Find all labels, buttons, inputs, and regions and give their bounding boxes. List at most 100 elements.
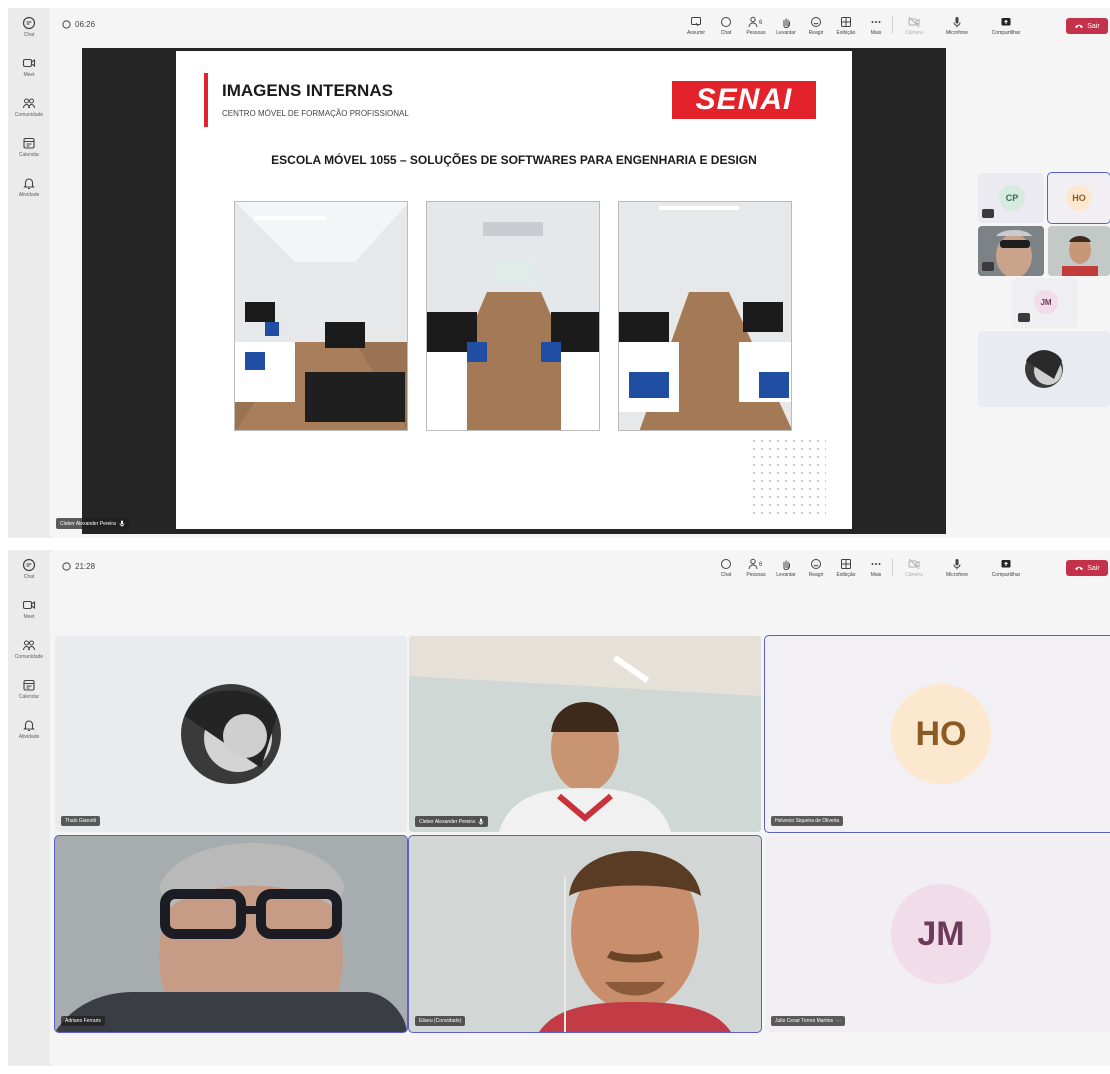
mic-icon xyxy=(478,818,484,825)
phone-hangup-icon xyxy=(1075,24,1084,28)
people-button[interactable]: 6 Pessoas xyxy=(742,558,770,578)
camera-label: Câmera xyxy=(905,30,923,36)
slide-heading: ESCOLA MÓVEL 1055 – SOLUÇÕES DE SOFTWARE… xyxy=(271,153,757,167)
react-button[interactable]: Reagir xyxy=(802,16,830,36)
video-icon xyxy=(22,600,36,610)
rail-chat-label: Chat xyxy=(23,32,35,38)
raise-hand-button[interactable]: Levantar xyxy=(772,558,800,578)
meeting-window-presentation: Chat Meet Comunidade Calendar Atividade … xyxy=(8,8,1110,538)
classroom-photo-2 xyxy=(426,201,600,431)
gallery-tile-jm[interactable]: JM xyxy=(1012,278,1078,328)
participant-tile-adriano[interactable]: Adriano Ferraris xyxy=(54,835,408,1033)
gallery-tile-video-2[interactable] xyxy=(1048,226,1110,276)
participant-tile-thais[interactable]: Thaís Gianotti xyxy=(55,636,407,832)
participant-tile-julio[interactable]: JM Julio Cesar Torres Martins ··· xyxy=(765,836,1110,1032)
more-icon xyxy=(871,21,881,23)
rail-meet[interactable]: Meet xyxy=(8,598,50,620)
rail-activity[interactable]: Atividade xyxy=(8,718,50,740)
meeting-toolbar: 06:26 Assumir Chat 6 Pessoas Levantar Re… xyxy=(50,8,1110,42)
raise-hand-button[interactable]: Levantar xyxy=(772,16,800,36)
gallery-tile-ho[interactable]: HO xyxy=(1047,172,1110,224)
chat-label: Chat xyxy=(720,30,732,36)
slide-title: IMAGENS INTERNAS xyxy=(222,81,393,100)
microphone-button[interactable]: Microfone xyxy=(940,16,974,36)
calendar-icon xyxy=(23,679,35,691)
participant-name-tag: Eliseu (Convidado) xyxy=(415,1016,466,1026)
more-label: Mais xyxy=(870,30,882,36)
avatar-cp: CP xyxy=(999,185,1025,211)
microphone-button[interactable]: Microfone xyxy=(940,558,974,578)
people-button[interactable]: 6 Pessoas xyxy=(742,16,770,36)
rail-chat[interactable]: Chat xyxy=(8,16,50,38)
classroom-photo-1 xyxy=(234,201,408,431)
rail-activity[interactable]: Atividade xyxy=(8,176,50,198)
shield-icon xyxy=(62,20,71,29)
camera-off-icon xyxy=(908,558,920,570)
rail-meet[interactable]: Meet xyxy=(8,56,50,78)
raise-hand-label: Levantar xyxy=(776,572,796,578)
view-button[interactable]: Exibição xyxy=(832,16,860,36)
muted-indicator xyxy=(982,209,994,218)
gallery-tile-cp[interactable]: CP xyxy=(978,173,1044,223)
video-icon xyxy=(22,58,36,68)
gallery-tile-video-1[interactable] xyxy=(978,226,1044,276)
participant-tile-cleber[interactable]: Cleber Alexander Pereira xyxy=(409,636,761,832)
classroom-photo-2-image xyxy=(427,202,599,430)
share-button[interactable]: Compartilhar xyxy=(986,558,1026,578)
participant-tile-eliseu[interactable]: Eliseu (Convidado) xyxy=(408,835,762,1033)
chat-icon xyxy=(22,16,36,30)
raise-hand-label: Levantar xyxy=(776,30,796,36)
participant-video-cleber xyxy=(409,636,761,832)
chat-button[interactable]: Chat xyxy=(712,16,740,36)
decorative-dot-grid xyxy=(750,437,826,517)
rail-community-label: Comunidade xyxy=(14,654,44,660)
participant-more-options[interactable]: ··· xyxy=(836,1018,841,1024)
camera-button[interactable]: Câmera xyxy=(900,558,928,578)
meeting-timer: 06:26 xyxy=(62,20,95,29)
view-icon xyxy=(841,559,851,569)
rail-community[interactable]: Comunidade xyxy=(8,96,50,118)
meeting-timer: 21:28 xyxy=(62,562,95,571)
senai-logo: SENAI xyxy=(672,81,816,119)
gallery-tile-photo[interactable] xyxy=(978,331,1110,407)
people-icon: 6 xyxy=(748,16,763,28)
bell-icon xyxy=(23,720,35,731)
chat-button[interactable]: Chat xyxy=(712,558,740,578)
more-button[interactable]: Mais xyxy=(862,16,890,36)
view-icon xyxy=(841,17,851,27)
share-button[interactable]: Compartilhar xyxy=(986,16,1026,36)
leave-button[interactable]: Sair xyxy=(1066,560,1108,576)
rail-chat[interactable]: Chat xyxy=(8,558,50,580)
rail-calendar-label: Calendar xyxy=(18,152,40,158)
avatar-jm: JM xyxy=(891,884,991,984)
community-icon xyxy=(23,640,35,651)
view-button[interactable]: Exibição xyxy=(832,558,860,578)
participant-video-eliseu xyxy=(409,836,761,1032)
rail-community[interactable]: Comunidade xyxy=(8,638,50,660)
react-button[interactable]: Reagir xyxy=(802,558,830,578)
take-control-button[interactable]: Assumir xyxy=(682,16,710,36)
leave-button[interactable]: Sair xyxy=(1066,18,1108,34)
share-label: Compartilhar xyxy=(991,30,1021,36)
muted-indicator xyxy=(1018,313,1030,322)
microphone-label: Microfone xyxy=(946,30,968,36)
avatar-ho: HO xyxy=(891,684,991,784)
rail-activity-label: Atividade xyxy=(18,734,40,740)
rail-calendar[interactable]: Calendar xyxy=(8,678,50,700)
participant-name: Julio Cesar Torres Martins xyxy=(775,1018,833,1024)
more-icon xyxy=(871,563,881,565)
chat-icon xyxy=(721,17,731,27)
chat-label: Chat xyxy=(720,572,732,578)
people-label: Pessoas xyxy=(746,572,766,578)
shield-icon xyxy=(62,562,71,571)
app-rail: Chat Meet Comunidade Calendar Atividade xyxy=(8,550,50,1066)
more-button[interactable]: Mais xyxy=(862,558,890,578)
rail-meet-label: Meet xyxy=(23,614,35,620)
mic-icon xyxy=(119,520,125,527)
participant-tile-helvecio[interactable]: HO Helvecio Siqueira de Oliveira xyxy=(764,635,1110,833)
share-icon xyxy=(1001,18,1011,26)
rail-calendar[interactable]: Calendar xyxy=(8,136,50,158)
rail-meet-label: Meet xyxy=(23,72,35,78)
camera-button[interactable]: Câmera xyxy=(900,16,928,36)
microphone-label: Microfone xyxy=(946,572,968,578)
